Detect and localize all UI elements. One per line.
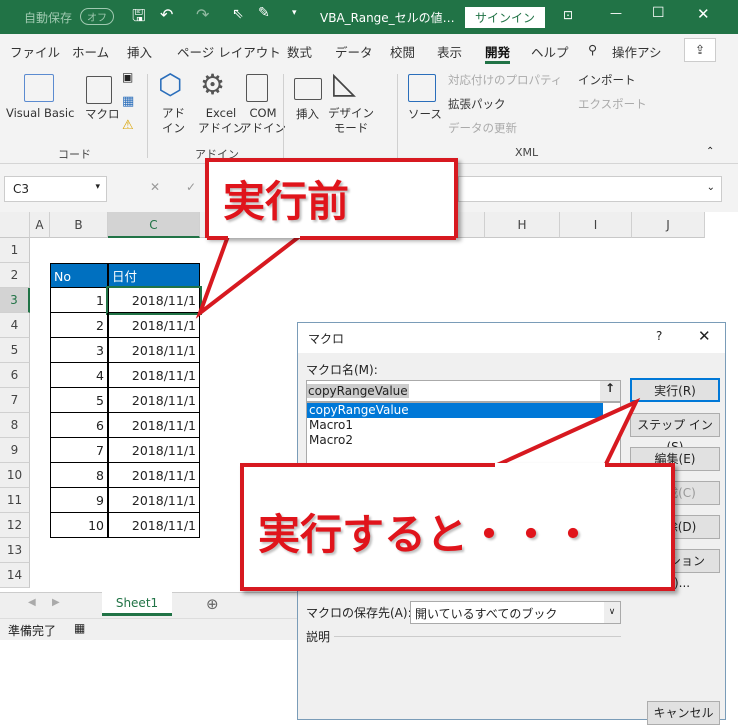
callout-borders bbox=[207, 236, 673, 467]
